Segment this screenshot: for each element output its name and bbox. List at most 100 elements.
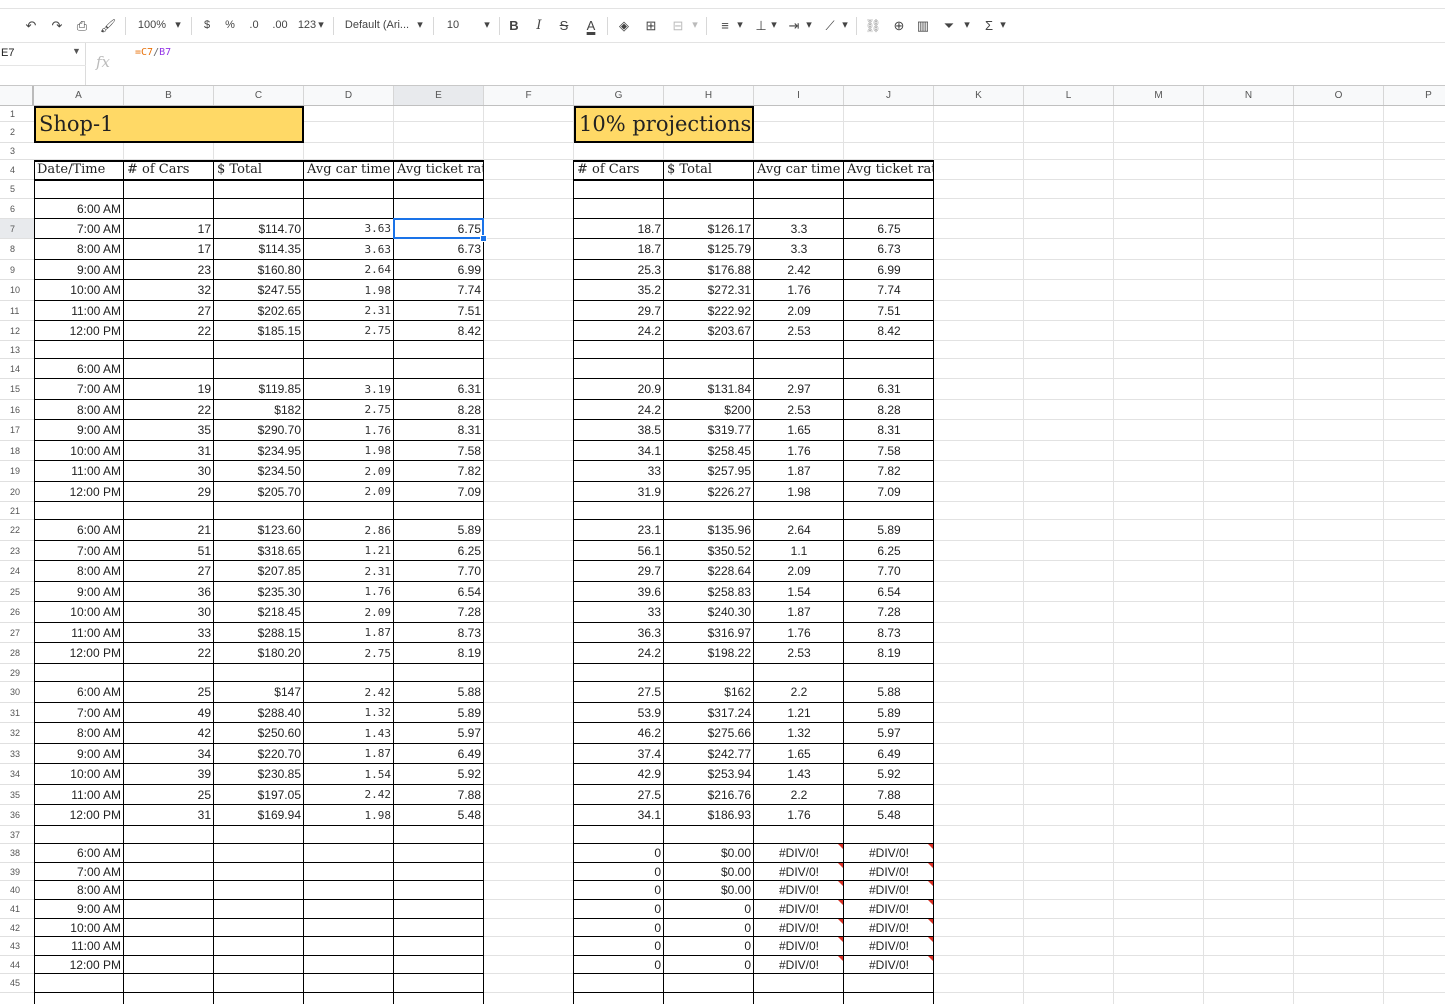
data-cell[interactable]: $203.67 <box>664 321 754 341</box>
chevron-down-icon[interactable]: ▾ <box>481 9 493 42</box>
error-cell[interactable]: #DIV/0! <box>844 900 934 919</box>
header-cell[interactable]: Avg ticket rate <box>394 160 484 180</box>
data-cell[interactable] <box>214 863 304 881</box>
data-cell[interactable]: 3.63 <box>304 239 394 260</box>
data-cell[interactable] <box>394 844 484 863</box>
data-cell[interactable]: 51 <box>124 541 214 561</box>
data-cell[interactable]: $197.05 <box>214 785 304 805</box>
data-cell[interactable] <box>214 826 304 844</box>
time-cell[interactable]: 12:00 PM <box>34 321 124 341</box>
comment-icon[interactable]: ⊕ <box>890 9 908 42</box>
data-cell[interactable]: $272.31 <box>664 280 754 301</box>
error-cell[interactable]: #DIV/0! <box>844 919 934 937</box>
data-cell[interactable]: 2.64 <box>304 260 394 280</box>
title-cell-projections[interactable]: 10% projections <box>574 106 754 143</box>
data-cell[interactable]: $317.24 <box>664 703 754 723</box>
data-cell[interactable] <box>394 919 484 937</box>
row-header-1[interactable]: 1 <box>0 106 34 122</box>
data-cell[interactable]: $114.70 <box>214 219 304 239</box>
data-cell[interactable]: 31.9 <box>574 482 664 502</box>
data-cell[interactable]: 1.76 <box>754 441 844 461</box>
error-cell[interactable]: #DIV/0! <box>754 937 844 956</box>
chevron-down-icon[interactable]: ▾ <box>735 9 745 42</box>
data-cell[interactable] <box>124 341 214 359</box>
data-cell[interactable] <box>124 664 214 682</box>
time-cell[interactable]: 6:00 AM <box>34 520 124 541</box>
data-cell[interactable]: 5.89 <box>844 703 934 723</box>
data-cell[interactable] <box>394 199 484 219</box>
data-cell[interactable]: 0 <box>574 919 664 937</box>
row-header-9[interactable]: 9 <box>0 260 34 280</box>
column-header-g[interactable]: G <box>574 86 664 105</box>
row-header-41[interactable]: 41 <box>0 900 34 919</box>
data-cell[interactable] <box>844 359 934 379</box>
time-cell[interactable]: 7:00 AM <box>34 219 124 239</box>
data-cell[interactable]: 8.73 <box>394 623 484 643</box>
data-cell[interactable]: 29.7 <box>574 301 664 321</box>
row-header-25[interactable]: 25 <box>0 582 34 602</box>
data-cell[interactable]: $135.96 <box>664 520 754 541</box>
data-cell[interactable]: 53.9 <box>574 703 664 723</box>
header-cell[interactable]: $ Total <box>214 160 304 180</box>
data-cell[interactable]: 2.09 <box>304 602 394 623</box>
data-cell[interactable]: 5.89 <box>394 520 484 541</box>
data-cell[interactable]: 36 <box>124 582 214 602</box>
data-cell[interactable]: 2.42 <box>304 682 394 703</box>
data-cell[interactable] <box>124 937 214 956</box>
row-header-6[interactable]: 6 <box>0 199 34 219</box>
data-cell[interactable]: 34 <box>124 744 214 764</box>
data-cell[interactable] <box>844 341 934 359</box>
data-cell[interactable]: 2.09 <box>304 482 394 502</box>
data-cell[interactable]: $257.95 <box>664 461 754 482</box>
data-cell[interactable]: 25 <box>124 682 214 703</box>
error-cell[interactable]: #DIV/0! <box>844 881 934 900</box>
data-cell[interactable]: 1.21 <box>304 541 394 561</box>
row-header-7[interactable]: 7 <box>0 219 34 239</box>
data-cell[interactable]: 37.4 <box>574 744 664 764</box>
data-cell[interactable]: 1.98 <box>304 280 394 301</box>
data-cell[interactable]: 2.2 <box>754 682 844 703</box>
column-header-i[interactable]: I <box>754 86 844 105</box>
data-cell[interactable]: 1.54 <box>754 582 844 602</box>
data-cell[interactable]: $126.17 <box>664 219 754 239</box>
row-header-33[interactable]: 33 <box>0 744 34 764</box>
data-cell[interactable] <box>574 199 664 219</box>
data-cell[interactable]: 5.92 <box>394 764 484 785</box>
data-cell[interactable]: $198.22 <box>664 643 754 664</box>
filter-icon[interactable]: ⏷ <box>940 9 958 42</box>
select-all-corner[interactable] <box>0 86 34 105</box>
data-cell[interactable]: 25.3 <box>574 260 664 280</box>
row-header-24[interactable]: 24 <box>0 561 34 582</box>
data-cell[interactable]: 5.97 <box>394 723 484 744</box>
data-cell[interactable]: $131.84 <box>664 379 754 400</box>
data-cell[interactable]: 6.25 <box>844 541 934 561</box>
data-cell[interactable]: 7.58 <box>844 441 934 461</box>
data-cell[interactable]: $185.15 <box>214 321 304 341</box>
time-cell[interactable] <box>34 664 124 682</box>
data-cell[interactable]: $218.45 <box>214 602 304 623</box>
data-cell[interactable] <box>304 937 394 956</box>
data-cell[interactable]: 23.1 <box>574 520 664 541</box>
data-cell[interactable]: $114.35 <box>214 239 304 260</box>
data-cell[interactable]: 7.88 <box>394 785 484 805</box>
data-cell[interactable] <box>304 341 394 359</box>
data-cell[interactable]: 0 <box>664 919 754 937</box>
data-cell[interactable]: 3.63 <box>304 219 394 239</box>
data-cell[interactable]: $258.45 <box>664 441 754 461</box>
row-header-35[interactable]: 35 <box>0 785 34 805</box>
data-cell[interactable]: 2.31 <box>304 561 394 582</box>
redo-icon[interactable]: ↷ <box>48 9 66 42</box>
row-header-16[interactable]: 16 <box>0 400 34 420</box>
text-color-button[interactable]: A <box>581 9 601 42</box>
column-header-p[interactable]: P <box>1384 86 1445 105</box>
header-cell[interactable]: # of Cars <box>124 160 214 180</box>
time-cell[interactable] <box>34 974 124 993</box>
data-cell[interactable] <box>214 341 304 359</box>
data-cell[interactable] <box>124 826 214 844</box>
data-cell[interactable]: 0 <box>664 956 754 974</box>
data-cell[interactable]: 5.48 <box>844 805 934 826</box>
data-cell[interactable]: 46.2 <box>574 723 664 744</box>
data-cell[interactable] <box>304 881 394 900</box>
row-header-8[interactable]: 8 <box>0 239 34 260</box>
time-cell[interactable]: 12:00 PM <box>34 805 124 826</box>
